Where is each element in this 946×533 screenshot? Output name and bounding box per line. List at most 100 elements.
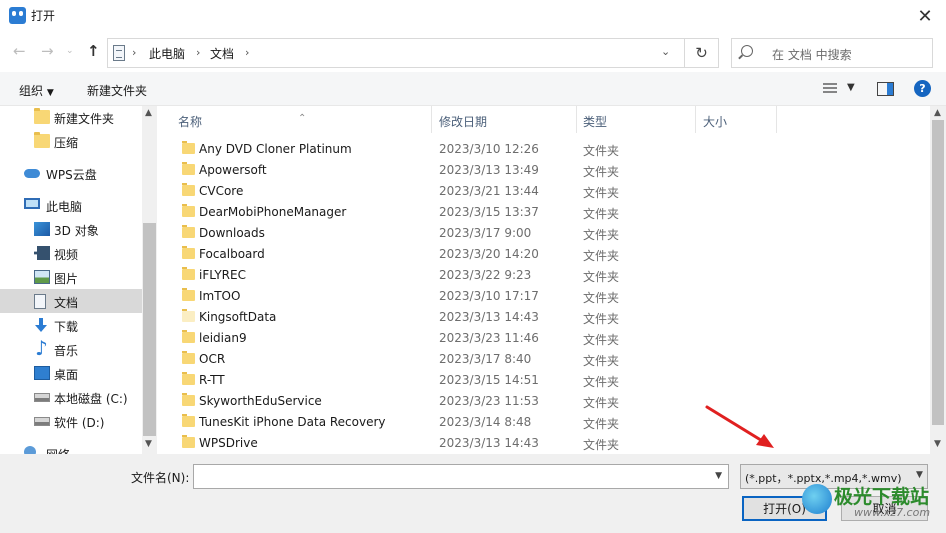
column-header-size[interactable]: 大小 (696, 106, 776, 133)
sidebar-item[interactable]: 下载 (0, 313, 142, 337)
navigation-pane-scrollbar[interactable]: ▲ ▼ (142, 106, 157, 454)
recent-locations-icon[interactable]: ⌄ (66, 46, 74, 56)
folder-icon (34, 132, 50, 148)
refresh-button[interactable]: ↻ (685, 38, 719, 68)
file-modified-date: 2023/3/10 17:17 (439, 289, 539, 303)
file-row[interactable]: OCR 2023/3/17 8:40 文件夹 (158, 349, 930, 370)
sidebar-item-label: 3D 对象 (54, 224, 99, 238)
desktop-icon (34, 366, 50, 380)
title-bar: 打开 ✕ (0, 0, 946, 32)
folder-icon (182, 183, 195, 196)
file-row[interactable]: Focalboard 2023/3/20 14:20 文件夹 (158, 244, 930, 265)
sidebar-item-label: 图片 (54, 272, 79, 286)
sidebar-item[interactable]: 文档 (0, 289, 142, 313)
file-modified-date: 2023/3/21 13:44 (439, 184, 539, 198)
file-row[interactable]: DearMobiPhoneManager 2023/3/15 13:37 文件夹 (158, 202, 930, 223)
scrollbar-thumb[interactable] (143, 223, 156, 436)
sidebar-item[interactable]: 视频 (0, 241, 142, 265)
file-type: 文件夹 (583, 375, 620, 389)
file-type: 文件夹 (583, 396, 620, 410)
address-history-dropdown-icon[interactable]: ⌄ (661, 45, 670, 58)
sidebar-item[interactable]: 软件 (D:) (0, 409, 142, 433)
sidebar-item[interactable]: 本地磁盘 (C:) (0, 385, 142, 409)
sidebar-item[interactable]: 压缩 (0, 129, 142, 153)
sidebar-item[interactable]: WPS云盘 (0, 161, 142, 185)
breadcrumb-separator-icon[interactable]: › (245, 46, 249, 59)
search-input[interactable]: 在 文档 中搜索 (772, 46, 852, 63)
file-name: iFLYREC (199, 268, 246, 282)
file-row[interactable]: R-TT 2023/3/15 14:51 文件夹 (158, 370, 930, 391)
file-row[interactable]: KingsoftData 2023/3/13 14:43 文件夹 (158, 307, 930, 328)
file-modified-date: 2023/3/10 12:26 (439, 142, 539, 156)
forward-arrow-icon[interactable]: → (41, 42, 54, 60)
scroll-up-icon[interactable]: ▲ (934, 108, 941, 118)
scroll-down-icon[interactable]: ▼ (145, 439, 152, 449)
music-icon (34, 336, 50, 360)
toolbar: 组织 ▼ 新建文件夹 ▼ ? (0, 72, 946, 106)
file-row[interactable]: ImTOO 2023/3/10 17:17 文件夹 (158, 286, 930, 307)
scrollbar-thumb[interactable] (932, 120, 944, 425)
column-header-name[interactable]: ⌃ 名称 (158, 106, 430, 133)
file-row[interactable]: TunesKit iPhone Data Recovery 2023/3/14 8… (158, 412, 930, 433)
navigation-pane: 新建文件夹压缩 WPS云盘此电脑 3D 对象视频图片文档下载音乐桌面本地磁盘 (C:… (0, 106, 157, 454)
filename-field[interactable]: ▼ (193, 464, 729, 489)
file-row[interactable]: CVCore 2023/3/21 13:44 文件夹 (158, 181, 930, 202)
breadcrumb-documents[interactable]: 文档 (210, 45, 234, 62)
file-row[interactable]: Any DVD Cloner Platinum 2023/3/10 12:26 文件… (158, 139, 930, 160)
file-type: 文件夹 (583, 249, 620, 263)
scroll-up-icon[interactable]: ▲ (145, 108, 152, 118)
back-arrow-icon[interactable]: ← (13, 42, 26, 60)
filename-input[interactable] (194, 465, 704, 488)
file-modified-date: 2023/3/23 11:46 (439, 331, 539, 345)
view-options-icon[interactable] (823, 83, 837, 95)
up-arrow-icon[interactable]: ↑ (87, 42, 100, 60)
file-row[interactable]: leidian9 2023/3/23 11:46 文件夹 (158, 328, 930, 349)
preview-pane-icon[interactable] (877, 82, 894, 96)
file-row[interactable]: Apowersoft 2023/3/13 13:49 文件夹 (158, 160, 930, 181)
chevron-down-icon: ▼ (916, 470, 923, 480)
file-type: 文件夹 (583, 354, 620, 368)
column-header-type[interactable]: 类型 (577, 106, 695, 133)
sidebar-item[interactable]: 网络 (0, 441, 142, 454)
sidebar-item[interactable]: 3D 对象 (0, 217, 142, 241)
sidebar-item[interactable]: 新建文件夹 (0, 106, 142, 129)
file-modified-date: 2023/3/13 14:43 (439, 310, 539, 324)
file-name: TunesKit iPhone Data Recovery (199, 415, 386, 429)
file-type: 文件夹 (583, 270, 620, 284)
new-folder-button[interactable]: 新建文件夹 (87, 82, 147, 99)
column-header-modified[interactable]: 修改日期 (432, 106, 576, 133)
filename-label: 文件名(N): (131, 471, 190, 485)
view-dropdown-icon[interactable]: ▼ (847, 82, 855, 93)
file-row[interactable]: SkyworthEduService 2023/3/23 11:53 文件夹 (158, 391, 930, 412)
file-modified-date: 2023/3/15 13:37 (439, 205, 539, 219)
help-icon[interactable]: ? (914, 80, 931, 97)
sidebar-item[interactable]: 桌面 (0, 361, 142, 385)
folder-icon (182, 225, 195, 238)
sidebar-item[interactable]: 音乐 (0, 336, 142, 361)
breadcrumb-separator-icon[interactable]: › (196, 46, 200, 59)
organize-button[interactable]: 组织 ▼ (19, 82, 54, 99)
breadcrumb-this-pc[interactable]: 此电脑 (149, 45, 185, 62)
scroll-down-icon[interactable]: ▼ (934, 439, 941, 449)
address-bar[interactable]: › 此电脑 › 文档 › ⌄ (107, 38, 685, 68)
close-button[interactable]: ✕ (904, 0, 946, 32)
refresh-icon: ↻ (695, 44, 708, 62)
download-icon (34, 318, 48, 332)
file-type: 文件夹 (583, 228, 620, 242)
sidebar-item-label: 文档 (54, 296, 79, 310)
filename-dropdown-icon[interactable]: ▼ (715, 471, 722, 481)
sidebar-item[interactable]: 图片 (0, 265, 142, 289)
breadcrumb-separator-icon[interactable]: › (132, 46, 136, 59)
sidebar-item[interactable]: 此电脑 (0, 193, 142, 217)
file-type: 文件夹 (583, 291, 620, 305)
drive-icon (34, 417, 50, 426)
file-row[interactable]: WPSDrive 2023/3/13 14:43 文件夹 (158, 433, 930, 454)
file-type: 文件夹 (583, 165, 620, 179)
file-name: KingsoftData (199, 310, 277, 324)
file-list-scrollbar[interactable]: ▲ ▼ (930, 106, 946, 454)
pc-icon (24, 198, 40, 209)
folder-icon (182, 162, 195, 175)
search-box[interactable]: 在 文档 中搜索 (731, 38, 933, 68)
file-row[interactable]: iFLYREC 2023/3/22 9:23 文件夹 (158, 265, 930, 286)
file-row[interactable]: Downloads 2023/3/17 9:00 文件夹 (158, 223, 930, 244)
